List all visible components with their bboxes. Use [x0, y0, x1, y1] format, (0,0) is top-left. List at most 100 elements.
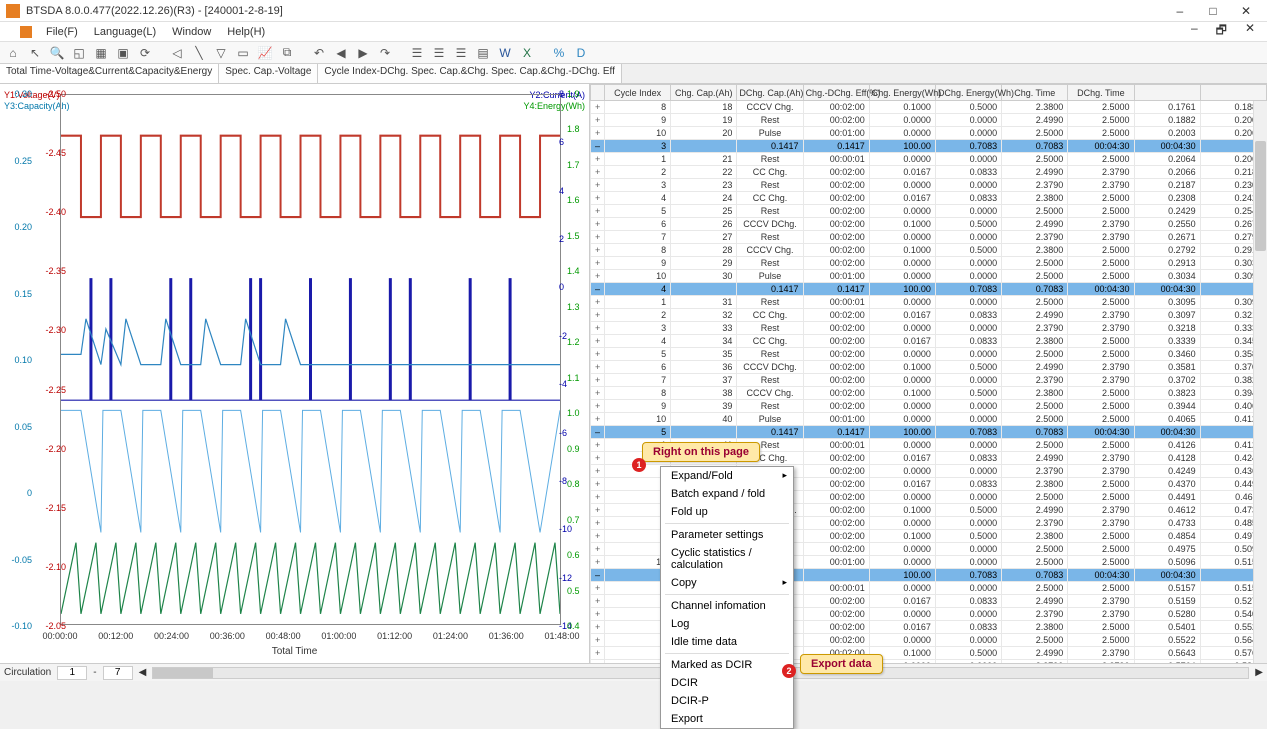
ctx-cyclic-statistics-calculation[interactable]: Cyclic statistics / calculation [661, 544, 793, 574]
percent-icon[interactable]: % [550, 44, 568, 62]
data-row[interactable]: +323Rest00:02:000.00000.00002.37902.3790… [591, 179, 1267, 192]
data-row[interactable]: +1030Pulse00:01:000.00000.00002.50002.50… [591, 270, 1267, 283]
menu-window[interactable]: Window [166, 26, 217, 38]
data-row[interactable]: +636CCCV DChg.00:02:000.10000.50002.4990… [591, 361, 1267, 374]
shapes-icon[interactable]: ▭ [234, 44, 252, 62]
zoom-area-icon[interactable]: ◱ [70, 44, 88, 62]
tab-spec-cap-voltage[interactable]: Spec. Cap.-Voltage [219, 64, 318, 83]
refresh-icon[interactable]: ⟳ [136, 44, 154, 62]
next-icon[interactable]: ▶ [354, 44, 372, 62]
context-menu[interactable]: Expand/FoldBatch expand / foldFold up Par… [660, 466, 794, 729]
col-header[interactable]: DChg. Cap.(Ah) [737, 85, 803, 101]
menu-language[interactable]: Language(L) [88, 26, 162, 38]
data-row[interactable]: +737Rest00:02:000.00000.00002.37902.3790… [591, 374, 1267, 387]
data-row[interactable]: +535Rest00:02:000.00000.00002.50002.5000… [591, 348, 1267, 361]
cycle-summary-row[interactable]: –30.14170.1417100.000.70830.708300:04:30… [591, 140, 1267, 153]
col-header[interactable]: Cycle Index [605, 85, 671, 101]
data-row[interactable]: +626CCCV DChg.00:02:000.10000.50002.4990… [591, 218, 1267, 231]
ctx-idle-time-data[interactable]: Idle time data [661, 633, 793, 651]
col-header[interactable]: DChg. Time [1068, 85, 1134, 101]
chart-area[interactable] [60, 94, 561, 625]
list2-icon[interactable]: ☰ [430, 44, 448, 62]
data-row[interactable]: +121Rest00:00:010.00000.00002.50002.5000… [591, 153, 1267, 166]
menu-file[interactable]: File(F) [40, 26, 84, 38]
data-scrollbar[interactable] [1253, 101, 1267, 663]
axis-tick: -2.35 [42, 266, 66, 276]
data-row[interactable]: +929Rest00:02:000.00000.00002.50002.5000… [591, 257, 1267, 270]
col-header[interactable]: Chg. Energy(Wh) [869, 85, 935, 101]
child-restore-button[interactable]: 🗗 [1210, 21, 1233, 42]
ctx-dcir-p[interactable]: DCIR-P [661, 692, 793, 710]
circulation-to[interactable] [103, 666, 133, 680]
layers-icon[interactable]: ▣ [114, 44, 132, 62]
data-row[interactable]: +434CC Chg.00:02:000.01670.08332.38002.5… [591, 335, 1267, 348]
chart-icon[interactable]: 📈 [256, 44, 274, 62]
ctx-log[interactable]: Log [661, 615, 793, 633]
line-icon[interactable]: ╲ [190, 44, 208, 62]
undo-icon[interactable]: ↶ [310, 44, 328, 62]
ctx-batch-expand-fold[interactable]: Batch expand / fold [661, 485, 793, 503]
list1-icon[interactable]: ☰ [408, 44, 426, 62]
scroll-right-icon[interactable]: ▶ [1255, 667, 1263, 678]
circulation-from[interactable] [57, 666, 87, 680]
home-icon[interactable]: ⌂ [4, 44, 22, 62]
table-icon[interactable]: ▤ [474, 44, 492, 62]
col-header[interactable]: Chg. Cap.(Ah) [671, 85, 737, 101]
maximize-button[interactable]: □ [1198, 4, 1228, 18]
data-row[interactable]: +1040Pulse00:01:000.00000.00002.50002.50… [591, 413, 1267, 426]
data-row[interactable]: +939Rest00:02:000.00000.00002.50002.5000… [591, 400, 1267, 413]
data-row[interactable]: +222CC Chg.00:02:000.01670.08332.49902.3… [591, 166, 1267, 179]
col-header[interactable]: DChg. Energy(Wh) [935, 85, 1001, 101]
axis-tick: -2.10 [42, 562, 66, 572]
col-header[interactable]: Chg.-DChg. Eff(%) [803, 85, 869, 101]
data-row[interactable]: +1020Pulse00:01:000.00000.00002.50002.50… [591, 127, 1267, 140]
chart-pane: Y1:Voltage(V) Y3:Capacity(Ah) Y2:Current… [0, 84, 590, 663]
tab-main[interactable]: Total Time-Voltage&Current&Capacity&Ener… [0, 64, 219, 83]
list3-icon[interactable]: ☰ [452, 44, 470, 62]
child-minimize-button[interactable]: – [1185, 21, 1204, 42]
data-row[interactable]: +919Rest00:02:000.00000.00002.49902.5000… [591, 114, 1267, 127]
x-tick: 01:24:00 [433, 631, 468, 641]
data-row[interactable]: +525Rest00:02:000.00000.00002.50002.5000… [591, 205, 1267, 218]
back-icon[interactable]: ◁ [168, 44, 186, 62]
child-close-button[interactable]: ✕ [1239, 21, 1261, 42]
ctx-expand-fold[interactable]: Expand/Fold [661, 467, 793, 485]
data-row[interactable]: +727Rest00:02:000.00000.00002.37902.3790… [591, 231, 1267, 244]
data-row[interactable]: +838CCCV Chg.00:02:000.10000.50002.38002… [591, 387, 1267, 400]
d-icon[interactable]: D [572, 44, 590, 62]
ctx-copy[interactable]: Copy [661, 574, 793, 592]
ctx-marked-as-dcir[interactable]: Marked as DCIR [661, 656, 793, 674]
menu-help[interactable]: Help(H) [221, 26, 271, 38]
zoom-icon[interactable]: 🔍 [48, 44, 66, 62]
scroll-left-icon[interactable]: ◀ [139, 667, 147, 678]
ctx-channel-infomation[interactable]: Channel infomation [661, 597, 793, 615]
filter-icon[interactable]: ▽ [212, 44, 230, 62]
data-row[interactable]: +333Rest00:02:000.00000.00002.37902.3790… [591, 322, 1267, 335]
minimize-button[interactable]: – [1165, 4, 1195, 18]
excel-icon[interactable]: X [518, 44, 536, 62]
close-button[interactable]: ✕ [1231, 4, 1261, 18]
data-row[interactable]: +131Rest00:00:010.00000.00002.50002.5000… [591, 296, 1267, 309]
col-header[interactable] [1134, 85, 1200, 101]
redo-icon[interactable]: ↷ [376, 44, 394, 62]
ctx-fold-up[interactable]: Fold up [661, 503, 793, 521]
x-tick: 01:36:00 [489, 631, 524, 641]
data-row[interactable]: +818CCCV Chg.00:02:000.10000.50002.38002… [591, 101, 1267, 114]
prev-icon[interactable]: ◀ [332, 44, 350, 62]
tab-cycle-eff[interactable]: Cycle Index-DChg. Spec. Cap.&Chg. Spec. … [318, 64, 622, 83]
grid-icon[interactable]: ▦ [92, 44, 110, 62]
cursor-icon[interactable]: ↖ [26, 44, 44, 62]
data-row[interactable]: +828CCCV Chg.00:02:000.10000.50002.38002… [591, 244, 1267, 257]
data-row[interactable]: +424CC Chg.00:02:000.01670.08332.38002.5… [591, 192, 1267, 205]
cycle-summary-row[interactable]: –50.14170.1417100.000.70830.708300:04:30… [591, 426, 1267, 439]
col-header[interactable] [1200, 85, 1266, 101]
ctx-parameter-settings[interactable]: Parameter settings [661, 526, 793, 544]
cycle-summary-row[interactable]: –40.14170.1417100.000.70830.708300:04:30… [591, 283, 1267, 296]
col-header[interactable] [591, 85, 605, 101]
axis-tick: -2.45 [42, 148, 66, 158]
copy-icon[interactable]: ⧉ [278, 44, 296, 62]
ctx-dcir[interactable]: DCIR [661, 674, 793, 692]
data-row[interactable]: +232CC Chg.00:02:000.01670.08332.49902.3… [591, 309, 1267, 322]
ctx-export[interactable]: Export [661, 710, 793, 728]
word-icon[interactable]: W [496, 44, 514, 62]
